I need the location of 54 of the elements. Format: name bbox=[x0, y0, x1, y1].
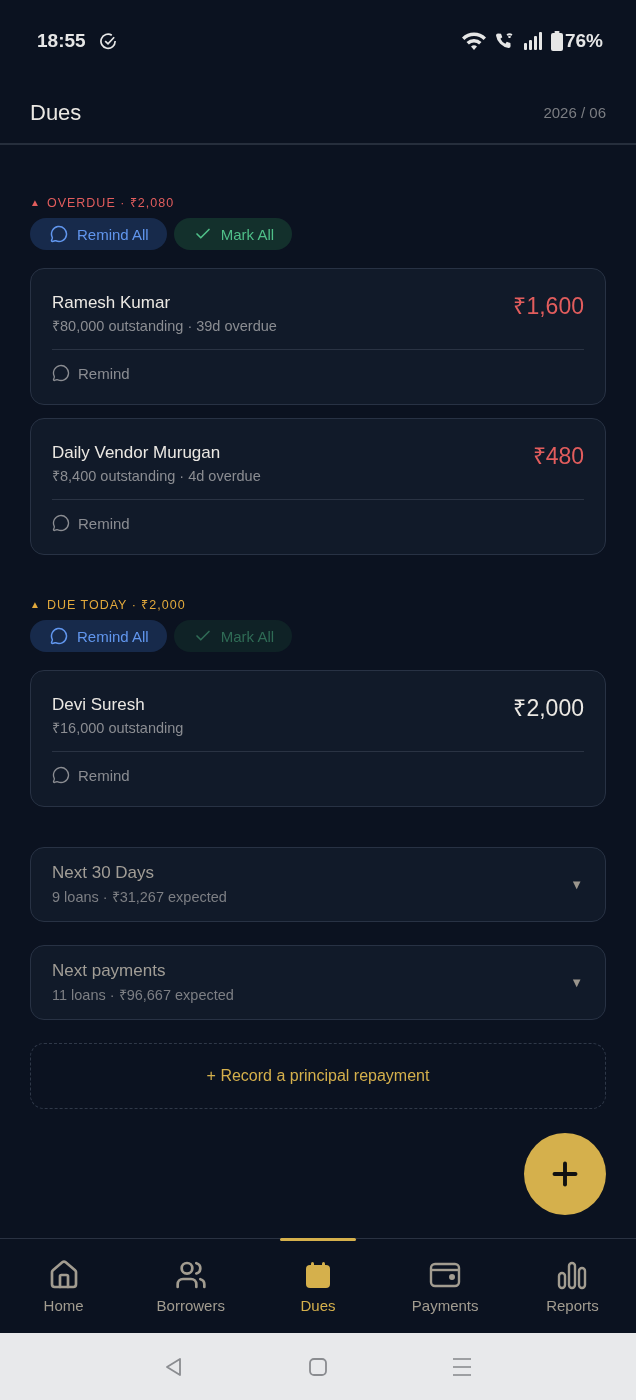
section-heading: OVERDUE · ₹2,080 bbox=[46, 196, 175, 210]
record-repayment-button[interactable]: + Record a principal repayment bbox=[30, 1043, 606, 1109]
section-heading: DUE TODAY · ₹2,000 bbox=[46, 598, 186, 612]
chat-bubble-icon bbox=[52, 766, 70, 784]
group-summary: 9 loans · ₹31,267 expected bbox=[52, 888, 227, 907]
wifi-icon bbox=[460, 31, 487, 51]
mark-all-button[interactable]: Mark All bbox=[173, 218, 293, 250]
chat-bubble-icon bbox=[52, 364, 70, 382]
loan-details: ₹80,000 outstanding · 39d overdue bbox=[52, 317, 277, 336]
nav-tab[interactable]: Dues bbox=[254, 1239, 382, 1333]
clock-time: 18:55 bbox=[37, 30, 86, 52]
group-summary: 11 loans · ₹96,667 expected bbox=[52, 986, 234, 1005]
phone-call-icon bbox=[494, 31, 515, 51]
chat-bubble-icon bbox=[50, 627, 68, 645]
period-label: 2026 / 06 bbox=[543, 104, 606, 121]
warning-marker: ▲ bbox=[30, 196, 41, 210]
expand-caret: ▼ bbox=[570, 975, 583, 990]
chat-bubble-icon bbox=[50, 225, 68, 243]
nav-tab[interactable]: Reports bbox=[508, 1239, 636, 1333]
due-amount: ₹1,600 bbox=[513, 292, 584, 320]
due-amount: ₹480 bbox=[532, 442, 584, 470]
borrower-name: Daily Vendor Murugan bbox=[52, 442, 222, 464]
battery-level: 76% bbox=[564, 30, 603, 52]
remind-all-button[interactable]: Remind All bbox=[30, 218, 167, 250]
battery-icon bbox=[550, 31, 563, 51]
due-card[interactable]: Ramesh Kumar ₹80,000 outstanding · 39d overdue ₹1,600 Remind bbox=[30, 268, 606, 405]
chat-bubble-icon bbox=[52, 514, 70, 532]
bar-chart-icon bbox=[556, 1259, 589, 1291]
warning-marker: ▲ bbox=[30, 598, 41, 612]
nav-tab[interactable]: Home bbox=[0, 1239, 128, 1333]
remind-all-button[interactable]: Remind All bbox=[30, 620, 167, 652]
people-icon bbox=[174, 1259, 207, 1291]
borrower-name: Ramesh Kumar bbox=[52, 292, 172, 314]
nav-tab[interactable]: Borrowers bbox=[127, 1239, 255, 1333]
menu-icon bbox=[451, 1355, 473, 1378]
due-amount: ₹2,000 bbox=[513, 694, 584, 722]
nav-tab[interactable]: Payments bbox=[381, 1239, 509, 1333]
group-title: Next payments bbox=[52, 960, 167, 982]
remind-button[interactable]: Remind bbox=[52, 764, 130, 786]
remind-button[interactable]: Remind bbox=[52, 512, 130, 534]
check-circle-icon bbox=[99, 32, 117, 50]
loan-details: ₹16,000 outstanding bbox=[52, 719, 184, 738]
loan-details: ₹8,400 outstanding · 4d overdue bbox=[52, 467, 261, 486]
group-title: Next 30 Days bbox=[52, 862, 156, 884]
page-title: Dues bbox=[30, 99, 82, 126]
remind-button[interactable]: Remind bbox=[52, 362, 130, 384]
upcoming-group[interactable]: Next 30 Days 9 loans · ₹31,267 expected ▼ bbox=[30, 847, 606, 922]
borrower-name: Devi Suresh bbox=[52, 694, 146, 716]
due-card[interactable]: Devi Suresh ₹16,000 outstanding ₹2,000 Remind bbox=[30, 670, 606, 807]
home-square-icon bbox=[307, 1355, 329, 1378]
due-card[interactable]: Daily Vendor Murugan ₹8,400 outstanding · 4d overdue ₹480 Remind bbox=[30, 418, 606, 555]
signal-icon bbox=[522, 32, 543, 50]
expand-caret: ▼ bbox=[570, 877, 583, 892]
upcoming-group[interactable]: Next payments 11 loans · ₹96,667 expected ▼ bbox=[30, 945, 606, 1020]
